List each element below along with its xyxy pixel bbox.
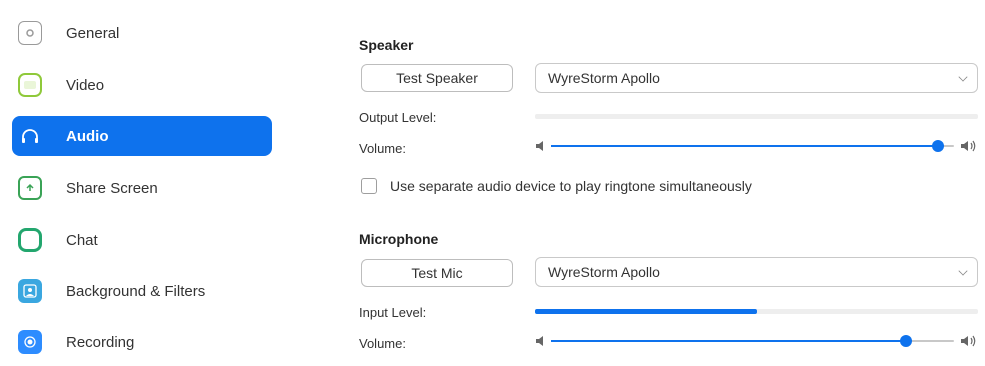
sidebar-item-general[interactable]: General xyxy=(12,13,272,53)
settings-sidebar: General Video Audio Share Screen Chat Ba… xyxy=(0,0,300,366)
chat-icon xyxy=(18,228,42,252)
sidebar-item-label: Recording xyxy=(66,333,135,351)
speaker-volume-slider[interactable] xyxy=(535,138,978,154)
sidebar-item-chat[interactable]: Chat xyxy=(12,220,272,260)
test-mic-button[interactable]: Test Mic xyxy=(361,259,513,287)
background-icon xyxy=(18,279,42,303)
output-level-label: Output Level: xyxy=(359,110,437,125)
speaker-device-value: WyreStorm Apollo xyxy=(548,70,660,86)
slider-track xyxy=(551,140,954,152)
sidebar-item-recording[interactable]: Recording xyxy=(12,322,272,362)
share-screen-icon xyxy=(18,176,42,200)
speaker-device-select[interactable]: WyreStorm Apollo xyxy=(535,63,978,93)
separate-ringtone-option[interactable]: Use separate audio device to play ringto… xyxy=(361,178,752,194)
input-level-fill xyxy=(535,309,757,314)
output-level-meter xyxy=(535,114,978,119)
separate-ringtone-checkbox[interactable] xyxy=(361,178,377,194)
gear-icon xyxy=(18,21,42,45)
recording-icon xyxy=(18,330,42,354)
volume-high-icon xyxy=(960,138,978,159)
slider-fill xyxy=(551,145,938,147)
audio-settings-panel: Speaker Test Speaker WyreStorm Apollo Ou… xyxy=(300,0,985,366)
sidebar-item-label: Chat xyxy=(66,231,98,249)
volume-low-icon xyxy=(535,138,547,159)
sidebar-item-label: Audio xyxy=(66,127,109,145)
slider-thumb[interactable] xyxy=(931,140,944,152)
microphone-section-title: Microphone xyxy=(359,231,439,247)
test-speaker-button[interactable]: Test Speaker xyxy=(361,64,513,92)
slider-fill xyxy=(551,340,906,342)
volume-high-icon xyxy=(960,333,978,354)
input-level-meter xyxy=(535,309,978,314)
sidebar-item-label: General xyxy=(66,24,120,42)
sidebar-item-label: Background & Filters xyxy=(66,282,206,300)
sidebar-item-audio[interactable]: Audio xyxy=(12,116,272,156)
volume-low-icon xyxy=(535,333,547,354)
sidebar-item-label: Share Screen xyxy=(66,179,158,197)
slider-track xyxy=(551,335,954,347)
mic-volume-label: Volume: xyxy=(359,336,406,351)
microphone-device-select[interactable]: WyreStorm Apollo xyxy=(535,257,978,287)
chevron-down-icon xyxy=(958,72,968,82)
sidebar-item-video[interactable]: Video xyxy=(12,65,272,105)
speaker-section-title: Speaker xyxy=(359,37,414,53)
sidebar-item-share-screen[interactable]: Share Screen xyxy=(12,168,272,208)
video-icon xyxy=(18,73,42,97)
microphone-device-value: WyreStorm Apollo xyxy=(548,264,660,280)
sidebar-item-background-filters[interactable]: Background & Filters xyxy=(12,271,272,311)
input-level-label: Input Level: xyxy=(359,305,427,320)
mic-volume-slider[interactable] xyxy=(535,333,978,349)
headphones-icon xyxy=(18,124,42,148)
chevron-down-icon xyxy=(958,266,968,276)
speaker-volume-label: Volume: xyxy=(359,141,406,156)
separate-ringtone-label: Use separate audio device to play ringto… xyxy=(390,178,752,194)
slider-thumb[interactable] xyxy=(899,335,912,347)
sidebar-item-label: Video xyxy=(66,76,105,94)
